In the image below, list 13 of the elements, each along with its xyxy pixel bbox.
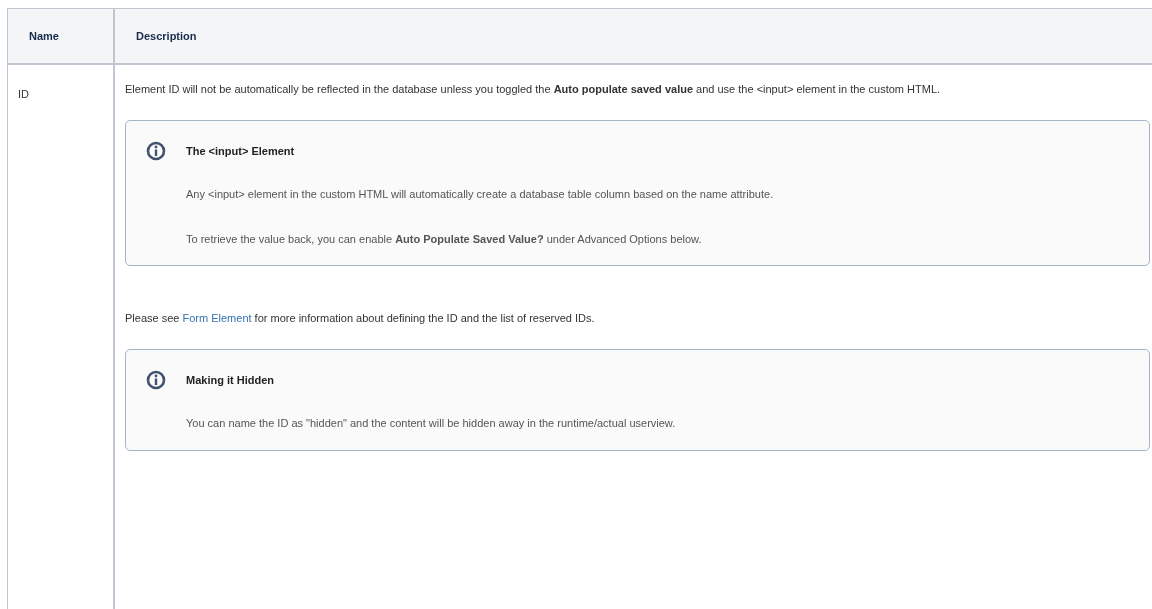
panel-title: The <input> Element bbox=[186, 143, 296, 159]
column-header: Description bbox=[115, 9, 1152, 65]
form-element-link[interactable]: Form Element bbox=[182, 312, 252, 324]
description-text: Element ID will not be automatically be reflected in the database unless you toggled the Auto populate saved value and use the <input> element in the custom HTML. bbox=[125, 82, 942, 97]
description-text: Please see Form Element for more information about defining the ID and the list of reserved IDs. bbox=[125, 311, 596, 326]
info-icon bbox=[146, 369, 166, 390]
panel-text: Any <input> element in the custom HTML will automatically create a database table column based on the name attribute. bbox=[186, 187, 774, 202]
table-cell: ID bbox=[18, 88, 29, 100]
info-icon bbox=[146, 140, 166, 161]
panel-text: You can name the ID as "hidden" and the content will be hidden away in the runtime/actual userview. bbox=[186, 416, 676, 431]
panel-text: To retrieve the value back, you can enable Auto Populate Saved Value? under Advanced Options below. bbox=[186, 231, 703, 247]
column-header: Name bbox=[8, 9, 115, 65]
panel-title: Making it Hidden bbox=[186, 372, 275, 388]
